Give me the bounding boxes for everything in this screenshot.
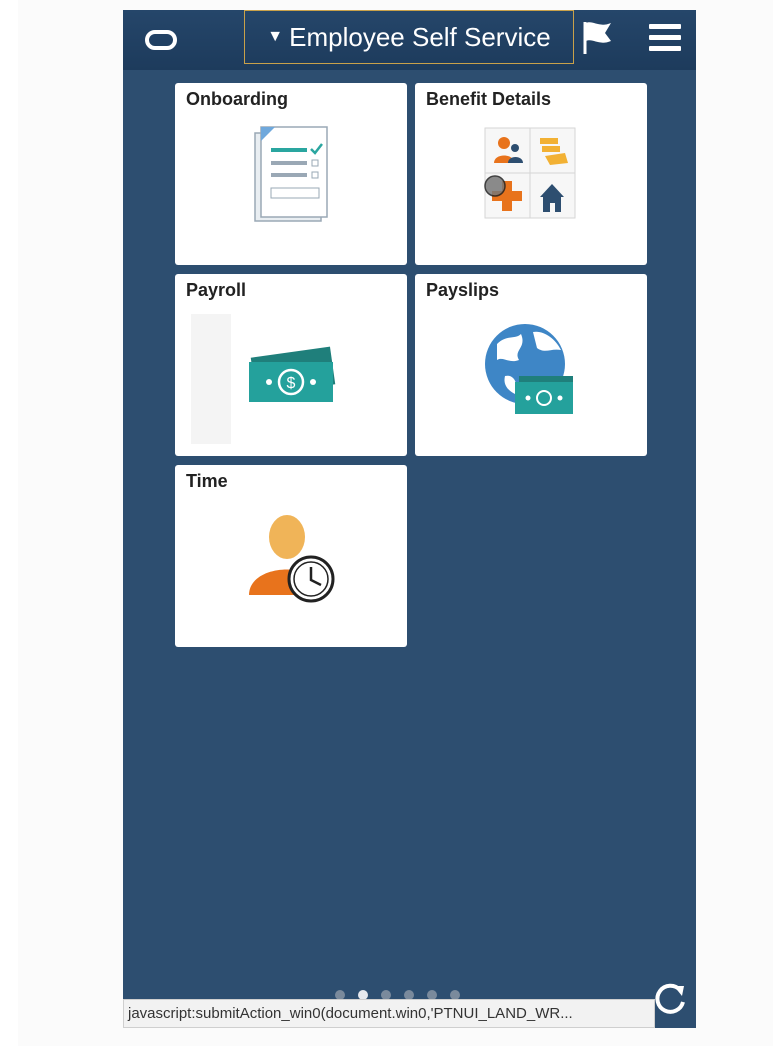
page-margin	[0, 0, 18, 1046]
refresh-icon	[655, 983, 685, 1014]
homepage-selector[interactable]: ▼ Employee Self Service	[244, 10, 574, 64]
tile-title: Time	[186, 471, 228, 491]
tile-time[interactable]: Time	[175, 465, 407, 647]
notifications-flag-button[interactable]	[579, 18, 615, 58]
nav-menu-button[interactable]	[649, 24, 681, 54]
refresh-button[interactable]	[650, 978, 690, 1018]
time-person-clock-icon	[175, 495, 407, 640]
tile-title: Onboarding	[186, 89, 288, 109]
flag-icon	[583, 22, 611, 54]
payslips-globe-money-icon	[415, 304, 647, 449]
tile-title: Payroll	[186, 280, 247, 300]
tile-title: Payslips	[426, 280, 500, 300]
oracle-logo-icon	[145, 30, 177, 50]
tile-onboarding[interactable]: Onboarding	[175, 83, 407, 265]
tile-payroll[interactable]: Payroll $	[175, 274, 407, 456]
svg-text:$: $	[287, 375, 296, 392]
oracle-logo-button[interactable]	[139, 26, 183, 54]
app-screen: ▼ Employee Self Service Onboarding Benef…	[123, 10, 696, 1028]
tile-payslips[interactable]: Payslips	[415, 274, 647, 456]
benefit-details-icon	[415, 113, 647, 258]
tile-benefit-details[interactable]: Benefit Details	[415, 83, 647, 265]
header-bar: ▼ Employee Self Service	[123, 10, 696, 70]
payroll-money-icon: $	[175, 304, 407, 449]
hamburger-menu-icon	[649, 24, 681, 51]
onboarding-checklist-icon	[175, 113, 407, 258]
tile-title: Benefit Details	[426, 89, 552, 109]
homepage-title: Employee Self Service	[289, 21, 551, 52]
browser-status-bar: javascript:submitAction_win0(document.wi…	[123, 999, 655, 1028]
caret-down-icon: ▼	[267, 28, 284, 45]
